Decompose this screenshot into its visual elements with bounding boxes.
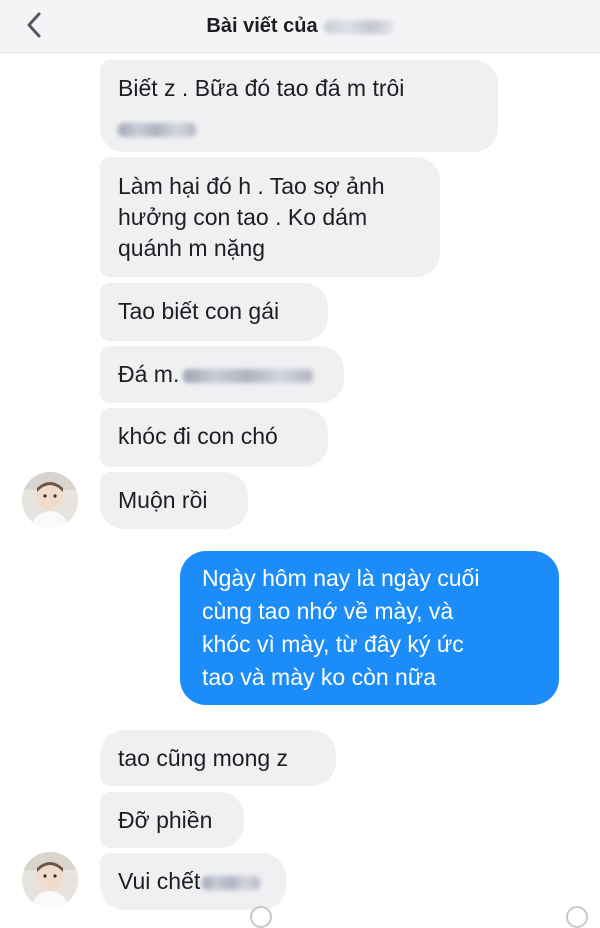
message-text: Vui chết	[118, 868, 201, 894]
message-bubble-incoming[interactable]: tao cũng mong z	[100, 730, 336, 786]
message-line: hưởng con tao . Ko dám	[118, 204, 368, 230]
message-text: khóc đi con chó	[118, 423, 278, 449]
message-bubble-incoming[interactable]: Muộn rồi	[100, 472, 248, 529]
redacted-text	[183, 368, 314, 383]
redacted-text	[118, 113, 480, 144]
message-bubble-incoming[interactable]: Đá m.	[100, 346, 344, 403]
message-line: cùng tao nhớ về mày, và	[202, 598, 454, 624]
seen-indicator	[566, 906, 588, 928]
message-text: Đỡ phiền	[118, 807, 213, 833]
conversation-title: Bài viết của	[0, 15, 600, 38]
message-text: Tao biết con gái	[118, 298, 280, 324]
contact-avatar[interactable]	[22, 852, 78, 908]
message-line: khóc vì mày, từ đây ký ức	[202, 631, 464, 657]
message-bubble-incoming[interactable]: Làm hại đó h . Tao sợ ảnh hưởng con tao …	[100, 157, 440, 277]
message-bubble-incoming[interactable]: Tao biết con gái	[100, 283, 328, 341]
title-text: Bài viết của	[206, 15, 318, 37]
message-bubble-incoming[interactable]: Biết z . Bữa đó tao đá m trôi	[100, 60, 498, 152]
message-text: Muộn rồi	[118, 487, 208, 513]
message-line: Ngày hôm nay là ngày cuối	[202, 565, 480, 591]
contact-avatar[interactable]	[22, 472, 78, 528]
message-text: Biết z . Bữa đó tao đá m trôi	[118, 75, 405, 101]
message-bubble-incoming[interactable]: Vui chết	[100, 853, 286, 910]
chat-header: Bài viết của	[0, 0, 600, 53]
redacted-name	[323, 19, 394, 34]
message-bubble-outgoing[interactable]: Ngày hôm nay là ngày cuối cùng tao nhớ v…	[180, 551, 559, 705]
message-text: tao cũng mong z	[118, 745, 289, 771]
contact-avatar-icon	[22, 852, 78, 908]
contact-avatar-icon	[22, 472, 78, 528]
message-bubble-incoming[interactable]: Đỡ phiền	[100, 792, 244, 848]
message-bubble-incoming[interactable]: khóc đi con chó	[100, 408, 328, 467]
message-line: quánh m nặng	[118, 235, 266, 261]
message-line: tao và mày ko còn nữa	[202, 664, 437, 690]
message-line: Làm hại đó h . Tao sợ ảnh	[118, 173, 385, 199]
redacted-text	[202, 875, 261, 890]
seen-indicator	[250, 906, 272, 928]
message-text: Đá m.	[118, 361, 180, 387]
